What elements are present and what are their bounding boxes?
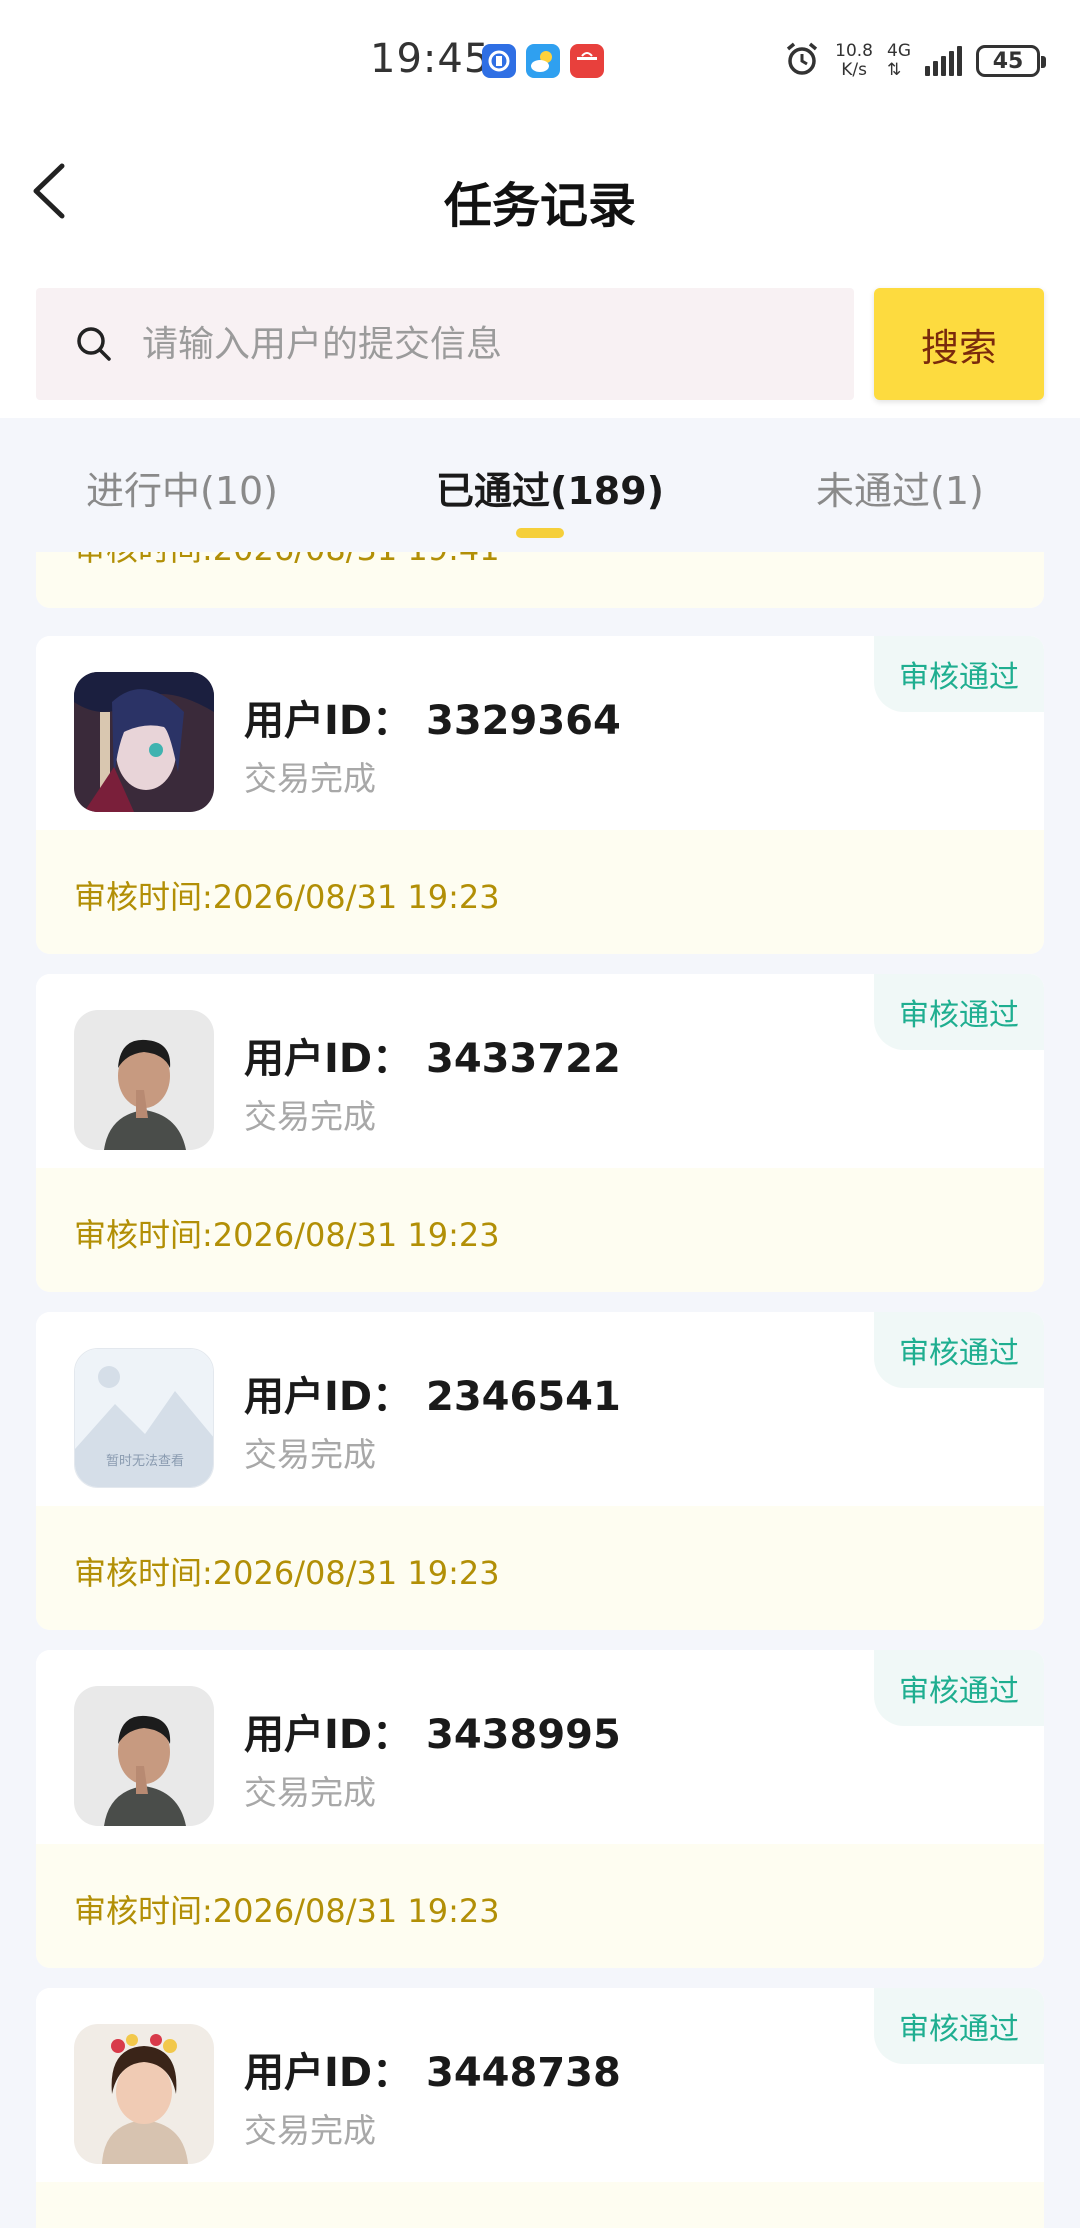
record-card-partial[interactable]: 审核时间:2026/08/31 19:41: [36, 552, 1044, 608]
battery-level: 45: [992, 48, 1024, 74]
card-footer: 审核时间:2026/08/31 19:23: [36, 1168, 1044, 1292]
card-header: 用户ID： 3433722 交易完成 审核通过: [36, 974, 1044, 1168]
status-badge: 审核通过: [874, 1650, 1044, 1726]
image-unavailable-icon: 暂时无法查看: [74, 1348, 214, 1488]
trade-status: 交易完成: [244, 759, 376, 798]
search-button[interactable]: 搜索: [874, 288, 1044, 400]
status-bar: 19:45 10.8 K/s 4G ⇅ 45: [0, 0, 1080, 126]
review-time: 审核时间:2026/08/31 19:23: [74, 1892, 500, 1930]
review-time: 审核时间:2026/08/31 19:41: [74, 552, 500, 570]
user-id: 用户ID： 3448738: [244, 2050, 621, 2096]
search-box[interactable]: [36, 288, 854, 400]
search-input[interactable]: [142, 323, 822, 365]
huawei-app-icon: [570, 44, 604, 78]
card-footer: [36, 2182, 1044, 2228]
record-list[interactable]: 审核时间:2026/08/31 19:41 用户ID： 3329364 交易完成…: [0, 552, 1080, 2228]
record-card[interactable]: 用户ID： 3329364 交易完成 审核通过 审核时间:2026/08/31 …: [36, 636, 1044, 954]
review-time: 审核时间:2026/08/31 19:23: [74, 878, 500, 916]
search-icon: [77, 327, 111, 361]
record-card[interactable]: 暂时无法查看 用户ID： 2346541 交易完成 审核通过 审核时间:2026…: [36, 1312, 1044, 1630]
user-avatar: [74, 1686, 214, 1826]
record-card[interactable]: 用户ID： 3448738 交易完成 审核通过: [36, 1988, 1044, 2228]
trade-status: 交易完成: [244, 1773, 376, 1812]
card-footer: 审核时间:2026/08/31 19:23: [36, 1506, 1044, 1630]
review-time: 审核时间:2026/08/31 19:23: [74, 1216, 500, 1254]
user-avatar: [74, 2024, 214, 2164]
data-arrows-icon: ⇅: [887, 60, 902, 80]
card-header: 用户ID： 3438995 交易完成 审核通过: [36, 1650, 1044, 1844]
record-card[interactable]: 用户ID： 3433722 交易完成 审核通过 审核时间:2026/08/31 …: [36, 974, 1044, 1292]
user-id: 用户ID： 3433722: [244, 1036, 621, 1082]
tab-rejected[interactable]: 未通过(1): [816, 460, 984, 515]
signal-strength-icon: [925, 46, 962, 76]
search-row: 搜索: [0, 286, 1080, 418]
alarm-icon: [783, 40, 821, 82]
network-type: 4G ⇅: [887, 42, 911, 80]
review-time: 审核时间:2026/08/31 19:23: [74, 1554, 500, 1592]
status-tabs: 进行中(10) 已通过(189) 未通过(1): [0, 418, 1080, 552]
user-id: 用户ID： 3329364: [244, 698, 621, 744]
nav-bar: 任务记录: [0, 126, 1080, 286]
card-footer: 审核时间:2026/08/31 19:23: [36, 1844, 1044, 1968]
card-footer: 审核时间:2026/08/31 19:23: [36, 830, 1044, 954]
status-indicators: 10.8 K/s 4G ⇅ 45: [783, 36, 1046, 86]
trade-status: 交易完成: [244, 2111, 376, 2150]
trade-status: 交易完成: [244, 1435, 376, 1474]
user-avatar: [74, 1010, 214, 1150]
user-id: 用户ID： 2346541: [244, 1374, 621, 1420]
status-badge: 审核通过: [874, 974, 1044, 1050]
battery-icon: 45: [976, 45, 1046, 77]
status-badge: 审核通过: [874, 1312, 1044, 1388]
user-avatar: [74, 672, 214, 812]
status-badge: 审核通过: [874, 636, 1044, 712]
status-time: 19:45: [370, 36, 491, 82]
net-speed-value: 10.8: [835, 41, 873, 61]
tab-in-progress[interactable]: 进行中(10): [86, 460, 278, 515]
trade-status: 交易完成: [244, 1097, 376, 1136]
user-id: 用户ID： 3438995: [244, 1712, 621, 1758]
record-card[interactable]: 用户ID： 3438995 交易完成 审核通过 审核时间:2026/08/31 …: [36, 1650, 1044, 1968]
blue-app-icon: [482, 44, 516, 78]
network-speed: 10.8 K/s: [835, 42, 873, 80]
card-footer: 审核时间:2026/08/31 19:41: [36, 552, 1044, 608]
status-badge: 审核通过: [874, 1988, 1044, 2064]
weather-app-icon: [526, 44, 560, 78]
network-type-label: 4G: [887, 41, 911, 61]
card-header: 暂时无法查看 用户ID： 2346541 交易完成 审核通过: [36, 1312, 1044, 1506]
net-speed-unit: K/s: [841, 60, 867, 80]
card-header: 用户ID： 3329364 交易完成 审核通过: [36, 636, 1044, 830]
card-header: 用户ID： 3448738 交易完成 审核通过: [36, 1988, 1044, 2182]
tab-passed[interactable]: 已通过(189): [436, 460, 664, 515]
active-tab-indicator: [516, 528, 564, 538]
page-title: 任务记录: [443, 178, 636, 234]
image-unavailable-text: 暂时无法查看: [106, 1453, 184, 1469]
